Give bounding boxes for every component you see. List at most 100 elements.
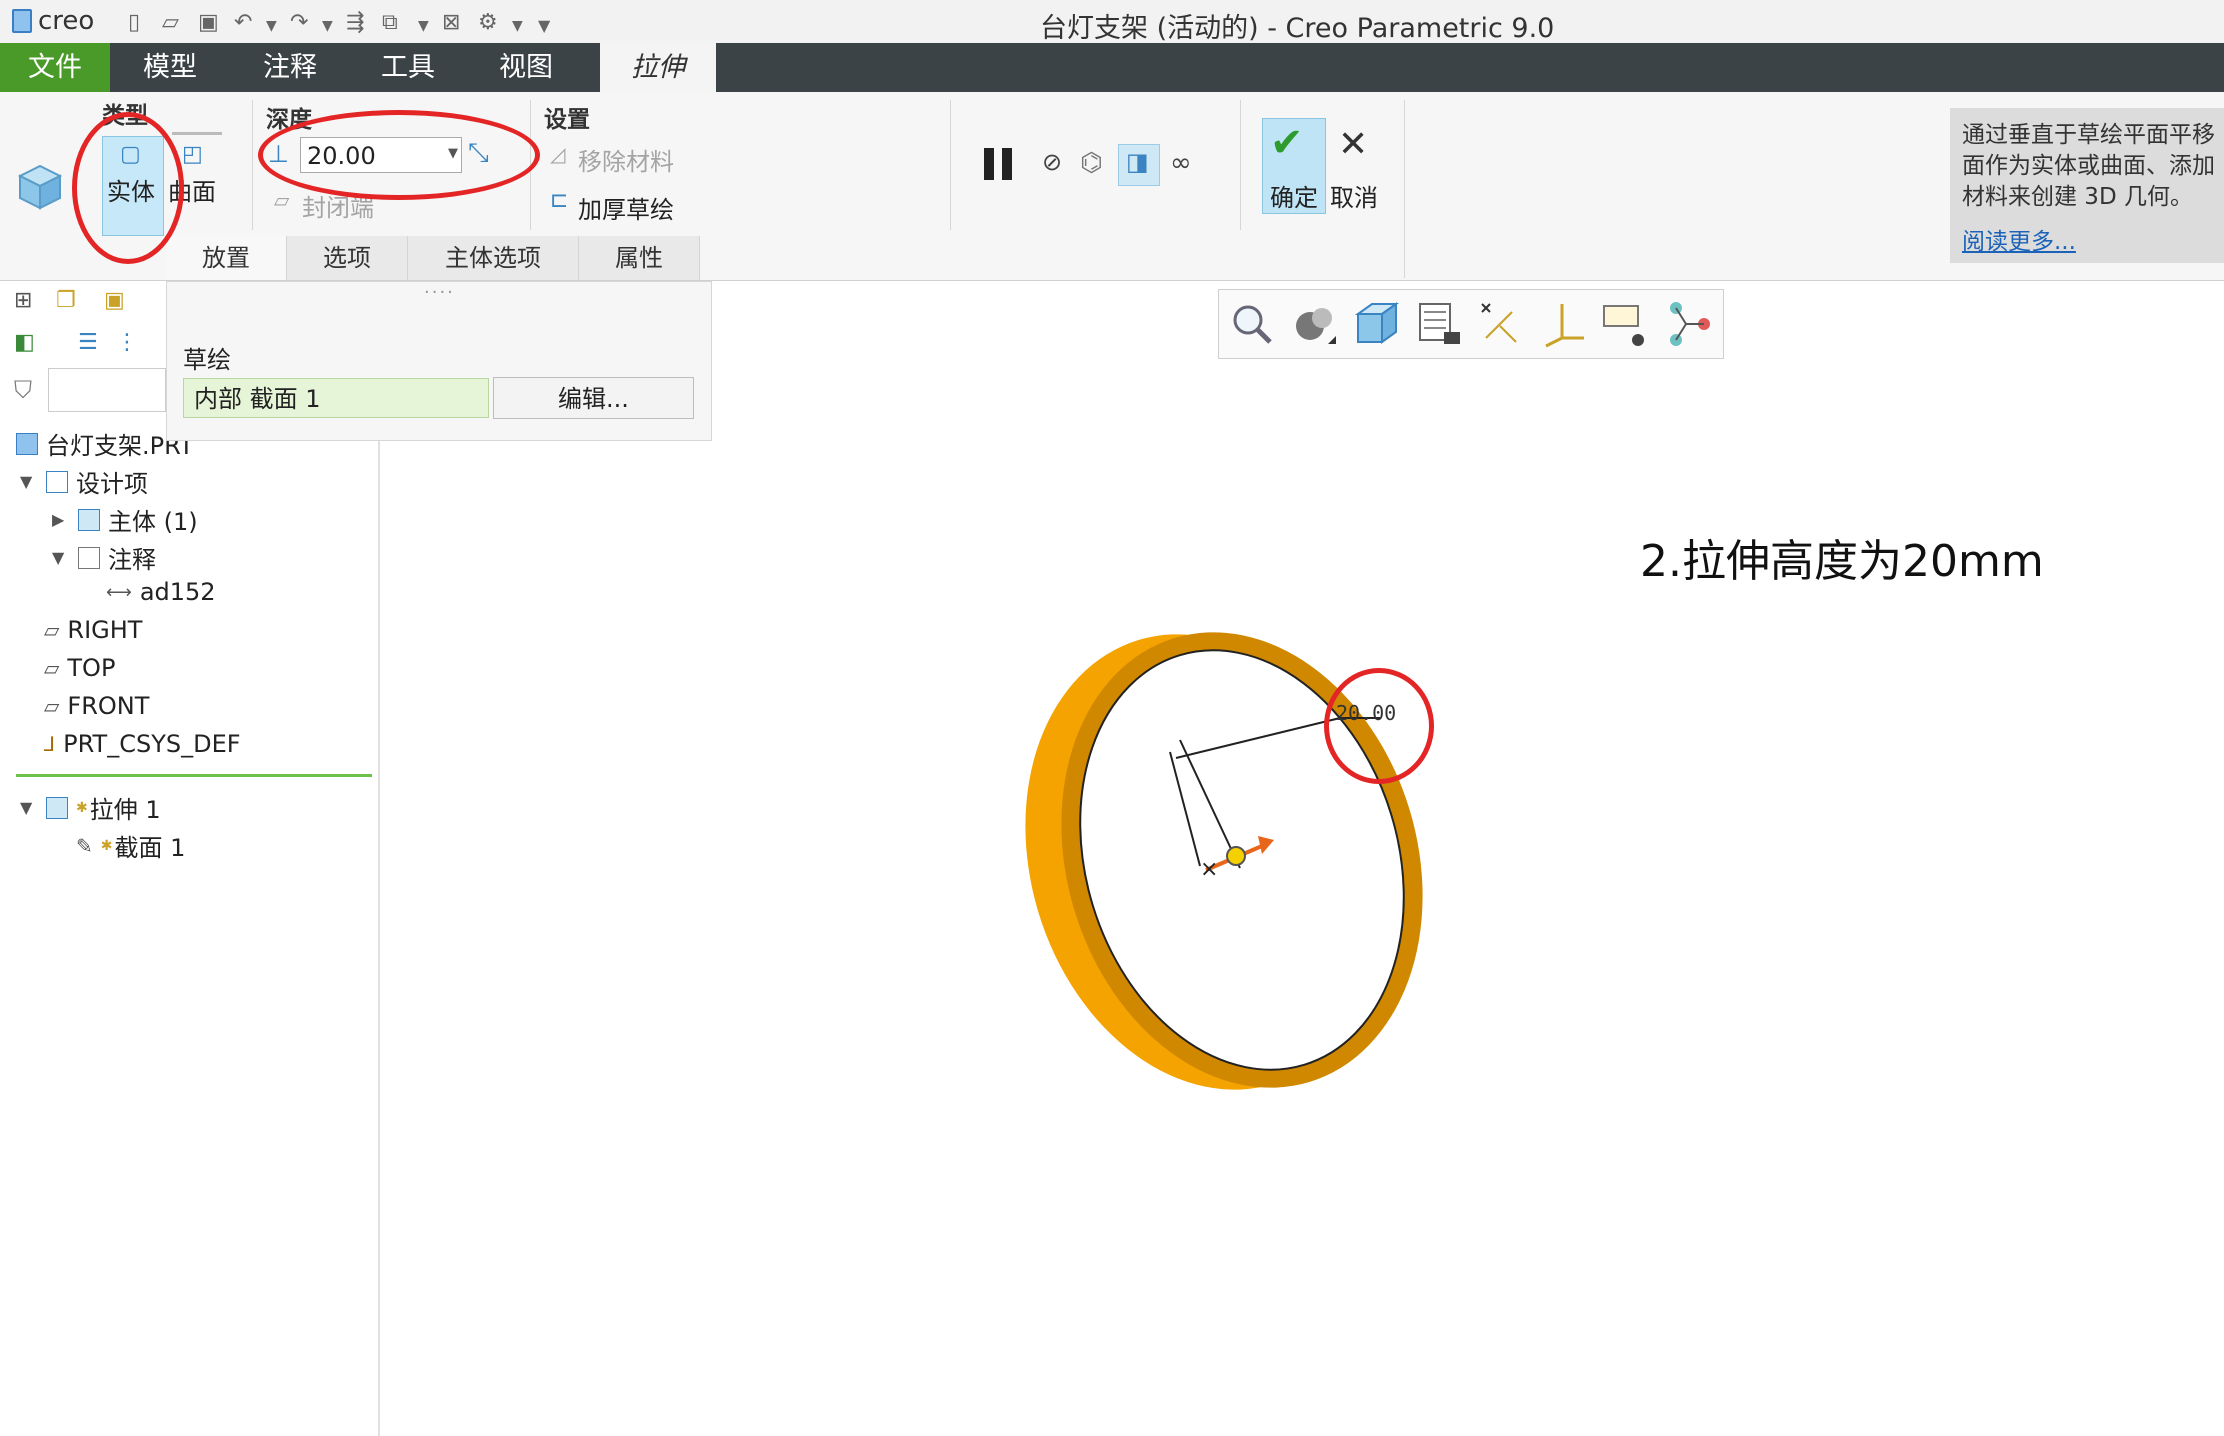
- open-file-icon[interactable]: ▱: [162, 10, 179, 35]
- remove-material-option: 移除材料: [578, 148, 674, 176]
- menu-tools[interactable]: 工具: [358, 43, 458, 92]
- settings-group-label: 设置: [544, 107, 590, 133]
- customize-toolbar-icon[interactable]: ▼: [538, 16, 550, 35]
- windows-icon[interactable]: ⧉: [382, 10, 398, 35]
- annotation-display-icon[interactable]: [1600, 298, 1650, 350]
- sketch-collector[interactable]: 内部 截面 1: [183, 378, 489, 418]
- tree-item-extrude[interactable]: ▼ ✱ 拉伸 1: [20, 790, 161, 825]
- new-file-icon[interactable]: ▯: [128, 10, 140, 35]
- named-view-icon[interactable]: [1352, 298, 1402, 350]
- redo-dropdown-icon[interactable]: ▼: [322, 18, 333, 34]
- type-underline: [172, 132, 222, 135]
- separator: [1404, 100, 1405, 278]
- svg-text:×: ×: [1200, 857, 1218, 882]
- thicken-sketch-icon[interactable]: ⊏: [550, 188, 568, 213]
- pause-icon-bar-right[interactable]: [1002, 148, 1012, 180]
- expand-icon[interactable]: ▶: [52, 510, 70, 529]
- tab-body-options[interactable]: 主体选项: [408, 236, 579, 280]
- datum-plane-icon: ▱: [44, 618, 60, 642]
- dimension-icon: ⟷: [106, 581, 132, 603]
- panel-drag-handle[interactable]: ····: [424, 282, 455, 303]
- redo-icon[interactable]: ↷: [290, 10, 308, 35]
- collapse-icon[interactable]: ▼: [52, 548, 70, 567]
- new-feature-star-icon: ✱: [76, 799, 88, 816]
- capped-ends-icon: ▱: [274, 188, 290, 212]
- menu-extrude[interactable]: 拉伸: [600, 43, 716, 92]
- folder-browser-icon[interactable]: ❐: [56, 288, 76, 313]
- regenerate-icon[interactable]: ⇶: [346, 10, 364, 35]
- highlight-circle-depth: [258, 110, 540, 200]
- spin-center-icon[interactable]: [1664, 298, 1714, 350]
- verify-icon: ◨: [1126, 148, 1149, 176]
- cancel-button[interactable]: 取消: [1330, 178, 1378, 213]
- window-title: 台灯支架 (活动的) - Creo Parametric 9.0: [1040, 13, 1555, 44]
- datum-plane-icon: ▱: [44, 656, 60, 680]
- tree-settings-icon[interactable]: ☰: [78, 330, 98, 355]
- menu-view[interactable]: 视图: [476, 43, 576, 92]
- separator: [252, 100, 253, 230]
- tab-options[interactable]: 选项: [287, 236, 408, 280]
- menu-annotate[interactable]: 注释: [240, 43, 340, 92]
- datum-plane-icon: ▱: [44, 694, 60, 718]
- annotation-icon: [78, 546, 100, 569]
- model-tree-tab-icon[interactable]: ⊞: [14, 288, 32, 313]
- tree-item-right-plane[interactable]: ▱ RIGHT: [44, 616, 142, 644]
- thicken-sketch-option[interactable]: 加厚草绘: [578, 190, 674, 225]
- tree-item-dimension[interactable]: ⟷ ad152: [106, 578, 216, 606]
- help-text: 通过垂直于草绘平面平移面作为实体或曲面、添加材料来创建 3D 几何。: [1962, 122, 2215, 210]
- display-style-icon[interactable]: [1288, 298, 1338, 350]
- checkmark-icon: ✔: [1270, 120, 1304, 166]
- csys-display-icon[interactable]: [1538, 298, 1588, 350]
- tree-item-csys[interactable]: ⅃ PRT_CSYS_DEF: [44, 730, 241, 758]
- show-icon[interactable]: ◧: [14, 330, 35, 355]
- creo-logo: creo: [12, 6, 94, 36]
- remove-material-icon: ◿: [550, 142, 566, 166]
- tree-item-front-plane[interactable]: ▱ FRONT: [44, 692, 149, 720]
- collapse-icon[interactable]: ▼: [20, 472, 38, 491]
- sketch-icon: ✎: [76, 833, 93, 858]
- pause-icon-bar-left[interactable]: [984, 148, 994, 180]
- part-icon: [16, 432, 38, 455]
- datum-display-icon[interactable]: [1476, 298, 1526, 350]
- settings-icon[interactable]: ⚙: [478, 10, 498, 35]
- sketch-label: 草绘: [183, 346, 231, 374]
- insert-indicator[interactable]: [16, 774, 372, 777]
- zoom-icon[interactable]: [1226, 298, 1276, 350]
- preview-icon[interactable]: ⌬: [1080, 148, 1103, 178]
- tree-item-design-items[interactable]: ▼ 设计项: [20, 464, 148, 499]
- menu-file[interactable]: 文件: [0, 43, 110, 92]
- tree-search-input[interactable]: [48, 368, 166, 412]
- menu-model[interactable]: 模型: [120, 43, 220, 92]
- read-more-link[interactable]: 阅读更多...: [1962, 222, 2076, 256]
- windows-dropdown-icon[interactable]: ▼: [418, 18, 429, 34]
- saved-orientations-icon[interactable]: [1414, 298, 1464, 350]
- logo-text: creo: [38, 6, 95, 36]
- glasses-icon[interactable]: ∞: [1170, 148, 1192, 178]
- settings-dropdown-icon[interactable]: ▼: [512, 18, 523, 34]
- instruction-annotation: 2.拉伸高度为20mm: [1640, 536, 2044, 587]
- tree-item-section[interactable]: ✎ ✱ 截面 1: [76, 828, 185, 863]
- undo-dropdown-icon[interactable]: ▼: [266, 18, 277, 34]
- favorites-icon[interactable]: ▣: [104, 288, 125, 313]
- tab-properties[interactable]: 属性: [579, 236, 700, 280]
- creo-logo-icon: [12, 9, 32, 33]
- surface-icon: ◰: [182, 142, 203, 167]
- tree-item-annotations[interactable]: ▼ 注释: [52, 540, 156, 575]
- separator: [950, 100, 951, 230]
- new-feature-star-icon: ✱: [100, 837, 113, 854]
- save-icon[interactable]: ▣: [198, 10, 219, 35]
- extrude-feature-icon: [17, 164, 63, 210]
- filter-icon[interactable]: ⛉: [14, 376, 32, 404]
- close-window-icon[interactable]: ⊠: [442, 10, 460, 35]
- tree-item-top-plane[interactable]: ▱ TOP: [44, 654, 115, 682]
- cancel-x-icon[interactable]: ✕: [1338, 124, 1368, 165]
- tree-columns-icon[interactable]: ⋮: [116, 330, 138, 355]
- edit-sketch-button[interactable]: 编辑...: [493, 377, 694, 419]
- highlight-circle-dimension: [1324, 668, 1434, 784]
- tab-placement[interactable]: 放置: [166, 236, 287, 280]
- collapse-icon[interactable]: ▼: [20, 798, 38, 817]
- undo-icon[interactable]: ↶: [234, 10, 252, 35]
- tree-item-bodies[interactable]: ▶ 主体 (1): [52, 502, 198, 537]
- highlight-circle-solid: [72, 112, 184, 264]
- no-preview-icon[interactable]: ⊘: [1042, 148, 1062, 176]
